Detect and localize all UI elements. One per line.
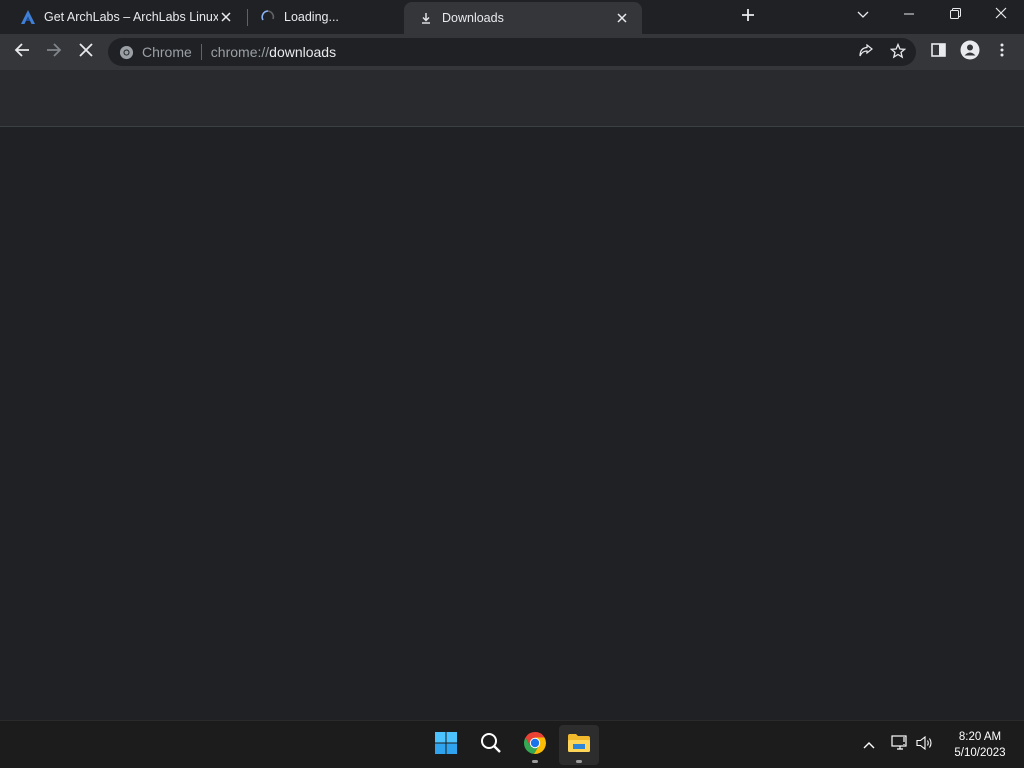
close-icon bbox=[79, 42, 93, 62]
chrome-chip-label: Chrome bbox=[142, 44, 192, 60]
volume-button[interactable] bbox=[915, 735, 935, 755]
side-panel-button[interactable] bbox=[924, 38, 952, 66]
tab-search-button[interactable] bbox=[840, 0, 886, 30]
tab-title: Downloads bbox=[442, 11, 504, 25]
menu-button[interactable] bbox=[988, 38, 1016, 66]
star-icon bbox=[889, 42, 907, 62]
close-icon bbox=[995, 6, 1007, 24]
tab-loading[interactable]: Loading... bbox=[250, 0, 404, 34]
tab-title: Get ArchLabs – ArchLabs Linux bbox=[44, 10, 218, 24]
taskbar-explorer-button[interactable] bbox=[559, 725, 599, 765]
windows-start-button[interactable] bbox=[426, 725, 466, 765]
downloads-header bbox=[0, 70, 1024, 127]
show-hidden-icons-button[interactable] bbox=[859, 735, 879, 755]
address-bar[interactable]: Chrome chrome://downloads bbox=[108, 38, 916, 66]
chrome-icon bbox=[523, 731, 547, 760]
url-scheme: chrome:// bbox=[210, 44, 270, 60]
bookmark-button[interactable] bbox=[886, 42, 910, 62]
file-explorer-icon bbox=[567, 732, 591, 759]
profile-button[interactable] bbox=[956, 38, 984, 66]
archlabs-logo-icon bbox=[20, 9, 36, 25]
page-content bbox=[0, 70, 1024, 720]
taskbar: 8:20 AM 5/10/2023 bbox=[0, 720, 1024, 768]
arrow-right-icon bbox=[46, 42, 62, 63]
system-clock[interactable]: 8:20 AM 5/10/2023 bbox=[944, 729, 1016, 761]
close-icon[interactable] bbox=[614, 10, 630, 26]
share-icon bbox=[858, 43, 874, 61]
tab-downloads[interactable]: Downloads bbox=[404, 2, 642, 34]
tab-archlabs[interactable]: Get ArchLabs – ArchLabs Linux bbox=[0, 0, 246, 34]
running-indicator bbox=[576, 760, 582, 763]
arrow-left-icon bbox=[14, 42, 30, 63]
network-icon bbox=[891, 734, 909, 756]
more-vert-icon bbox=[1000, 43, 1004, 62]
chrome-logo-icon bbox=[118, 44, 134, 60]
speaker-icon bbox=[916, 735, 934, 756]
taskbar-chrome-button[interactable] bbox=[515, 725, 555, 765]
side-panel-icon bbox=[930, 42, 946, 62]
tab-separator bbox=[247, 9, 248, 26]
minimize-button[interactable] bbox=[886, 0, 932, 30]
clock-time: 8:20 AM bbox=[958, 731, 1002, 743]
tab-title: Loading... bbox=[284, 10, 339, 24]
windows-start-icon bbox=[434, 731, 458, 760]
desktop-screen: Get ArchLabs – ArchLabs Linux Loading...… bbox=[0, 0, 1024, 768]
new-tab-button[interactable] bbox=[736, 6, 760, 28]
minimize-icon bbox=[904, 6, 914, 24]
omnibox-divider bbox=[200, 44, 202, 60]
plus-icon bbox=[741, 8, 755, 27]
back-button[interactable] bbox=[8, 38, 36, 66]
stop-loading-button[interactable] bbox=[72, 38, 100, 66]
taskbar-search-button[interactable] bbox=[471, 725, 511, 765]
chevron-down-icon bbox=[857, 6, 869, 24]
avatar bbox=[960, 40, 980, 65]
restore-button[interactable] bbox=[932, 0, 978, 30]
running-indicator bbox=[532, 760, 538, 763]
close-window-button[interactable] bbox=[978, 0, 1024, 30]
forward-button[interactable] bbox=[40, 38, 68, 66]
loading-spinner-icon bbox=[260, 9, 276, 25]
restore-icon bbox=[949, 6, 961, 24]
close-icon[interactable] bbox=[218, 9, 234, 25]
tab-strip: Get ArchLabs – ArchLabs Linux Loading...… bbox=[0, 0, 1024, 34]
download-icon bbox=[418, 10, 434, 26]
share-button[interactable] bbox=[854, 42, 878, 62]
browser-toolbar: Chrome chrome://downloads bbox=[0, 34, 1024, 70]
search-icon bbox=[480, 732, 502, 759]
url-path: downloads bbox=[269, 44, 337, 60]
network-button[interactable] bbox=[890, 734, 910, 756]
chevron-up-icon bbox=[863, 736, 875, 754]
clock-date: 5/10/2023 bbox=[954, 747, 1006, 759]
